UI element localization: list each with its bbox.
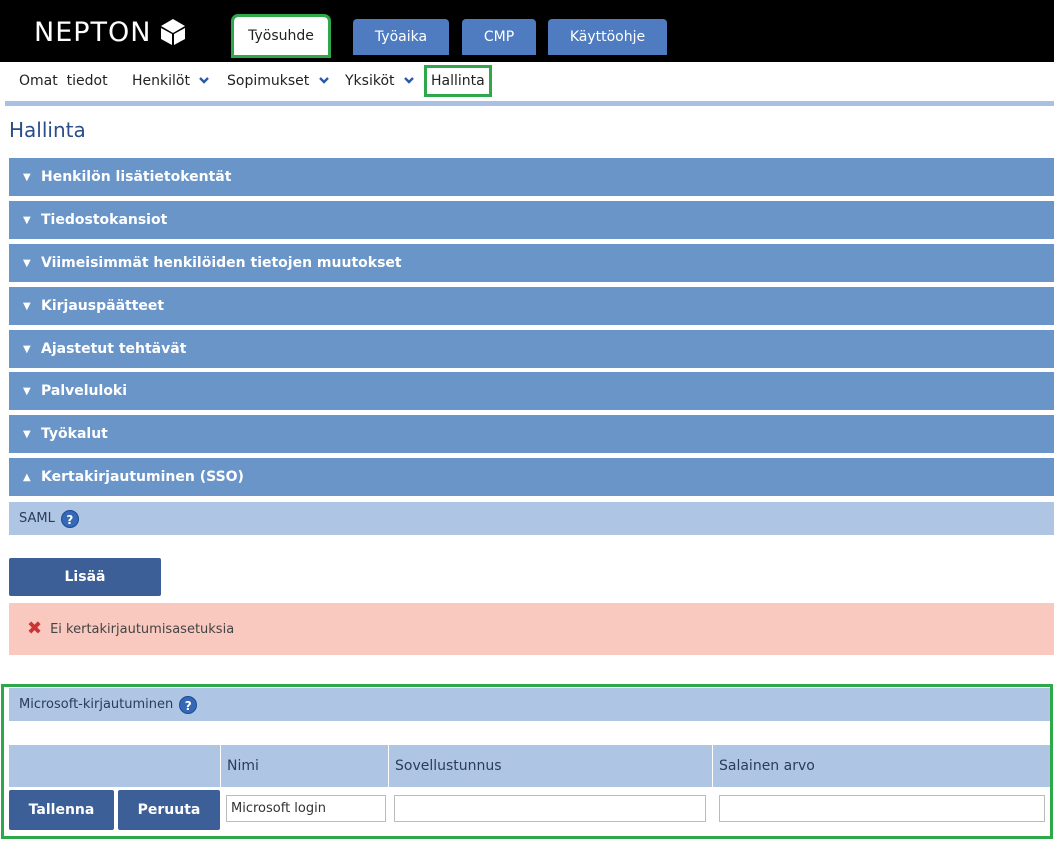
column-label: Sovellustunnus: [395, 758, 502, 774]
name-input[interactable]: [226, 795, 386, 822]
chevron-down-icon: [318, 77, 329, 84]
chevron-down-icon: [404, 77, 414, 84]
top-bar: NEPTON Työsuhde Työaika CMP Käyttöohje: [0, 0, 1054, 62]
section-kertakirjautuminen[interactable]: ▲ Kertakirjautuminen (SSO): [9, 458, 1054, 496]
section-label: Palveluloki: [41, 383, 128, 399]
section-label: Ajastetut tehtävät: [41, 341, 187, 357]
nepton-logo[interactable]: NEPTON: [34, 12, 188, 52]
triangle-down-icon: ▼: [23, 344, 31, 355]
triangle-up-icon: ▲: [23, 472, 31, 483]
subnav-sopimukset[interactable]: Sopimukset: [227, 68, 330, 94]
save-button-label: Tallenna: [28, 802, 95, 818]
add-button-label: Lisää: [64, 569, 106, 585]
cancel-button-label: Peruuta: [137, 802, 201, 818]
subnav-label: Yksiköt: [345, 73, 395, 89]
section-viimeisimmat-muutokset[interactable]: ▼ Viimeisimmät henkilöiden tietojen muuto…: [9, 244, 1054, 282]
table-header-actions: [9, 745, 221, 787]
tab-kayttoohje[interactable]: Käyttöohje: [548, 19, 667, 55]
section-label: Kirjauspäätteet: [41, 298, 165, 314]
tab-cmp[interactable]: CMP: [462, 19, 536, 55]
column-label: Salainen arvo: [719, 758, 815, 774]
chevron-down-icon: [199, 77, 210, 84]
column-label: Nimi: [227, 758, 259, 774]
triangle-down-icon: ▼: [23, 172, 31, 183]
section-henkilon-lisatietokentat[interactable]: ▼ Henkilön lisätietokentät: [9, 158, 1054, 196]
tab-tyoaika[interactable]: Työaika: [353, 19, 449, 55]
error-x-icon: ✖: [27, 618, 43, 639]
section-tiedostokansiot[interactable]: ▼ Tiedostokansiot: [9, 201, 1054, 239]
nepton-logo-icon: [161, 19, 186, 45]
section-palveluloki[interactable]: ▼ Palveluloki: [9, 372, 1054, 410]
subnav-henkilot[interactable]: Henkilöt: [132, 68, 210, 94]
question-circle-icon[interactable]: ?: [179, 695, 198, 714]
section-label: Kertakirjautuminen (SSO): [41, 469, 244, 485]
subnav-yksikot[interactable]: Yksiköt: [345, 68, 415, 94]
add-button[interactable]: Lisää: [9, 558, 161, 596]
tab-label: Työaika: [374, 29, 428, 45]
no-sso-settings-message: ✖ Ei kertakirjautumisasetuksia: [9, 603, 1054, 655]
cancel-button[interactable]: Peruuta: [118, 790, 220, 830]
saml-label: SAML: [19, 511, 55, 526]
section-ajastetut-tehtavat[interactable]: ▼ Ajastetut tehtävät: [9, 330, 1054, 368]
section-label: Henkilön lisätietokentät: [41, 169, 232, 185]
tab-tyosuhde[interactable]: Työsuhde: [231, 14, 331, 58]
triangle-down-icon: ▼: [23, 386, 31, 397]
section-tyokalut[interactable]: ▼ Työkalut: [9, 415, 1054, 453]
triangle-down-icon: ▼: [23, 429, 31, 440]
subnav-label: Henkilöt: [132, 73, 190, 89]
section-label: Työkalut: [41, 426, 108, 442]
microsoft-login-label: Microsoft-kirjautuminen: [19, 697, 174, 712]
app-id-input[interactable]: [394, 795, 706, 822]
client-secret-input[interactable]: [719, 795, 1045, 822]
sub-navigation: Omat tiedot Henkilöt Sopimukset Yksiköt …: [0, 62, 1054, 100]
brand-name: NEPTON: [34, 16, 152, 48]
subnav-hallinta[interactable]: Hallinta: [424, 65, 492, 97]
section-label: Viimeisimmät henkilöiden tietojen muutok…: [41, 255, 402, 271]
triangle-down-icon: ▼: [23, 301, 31, 312]
tab-label: Käyttöohje: [569, 29, 646, 45]
section-kirjauspaatteet[interactable]: ▼ Kirjauspäätteet: [9, 287, 1054, 325]
tab-label: Työsuhde: [248, 28, 314, 44]
save-button[interactable]: Tallenna: [9, 790, 114, 830]
column-header-nimi: Nimi: [221, 745, 389, 787]
microsoft-login-title-bar: Microsoft-kirjautuminen?: [9, 688, 1050, 721]
subnav-label: Sopimukset: [227, 73, 310, 89]
subnav-label: Omat tiedot: [19, 73, 108, 89]
triangle-down-icon: ▼: [23, 215, 31, 226]
page-title: Hallinta: [9, 118, 86, 142]
error-message-text: Ei kertakirjautumisasetuksia: [50, 622, 235, 637]
section-label: Tiedostokansiot: [41, 212, 168, 228]
column-header-salainen-arvo: Salainen arvo: [713, 745, 1050, 787]
column-header-sovellustunnus: Sovellustunnus: [389, 745, 713, 787]
tab-label: CMP: [483, 29, 515, 45]
question-circle-icon[interactable]: ?: [60, 509, 79, 528]
subnav-omat-tiedot[interactable]: Omat tiedot: [19, 68, 108, 94]
saml-header: SAML?: [9, 502, 1054, 535]
triangle-down-icon: ▼: [23, 258, 31, 269]
subnav-label: Hallinta: [431, 73, 485, 89]
